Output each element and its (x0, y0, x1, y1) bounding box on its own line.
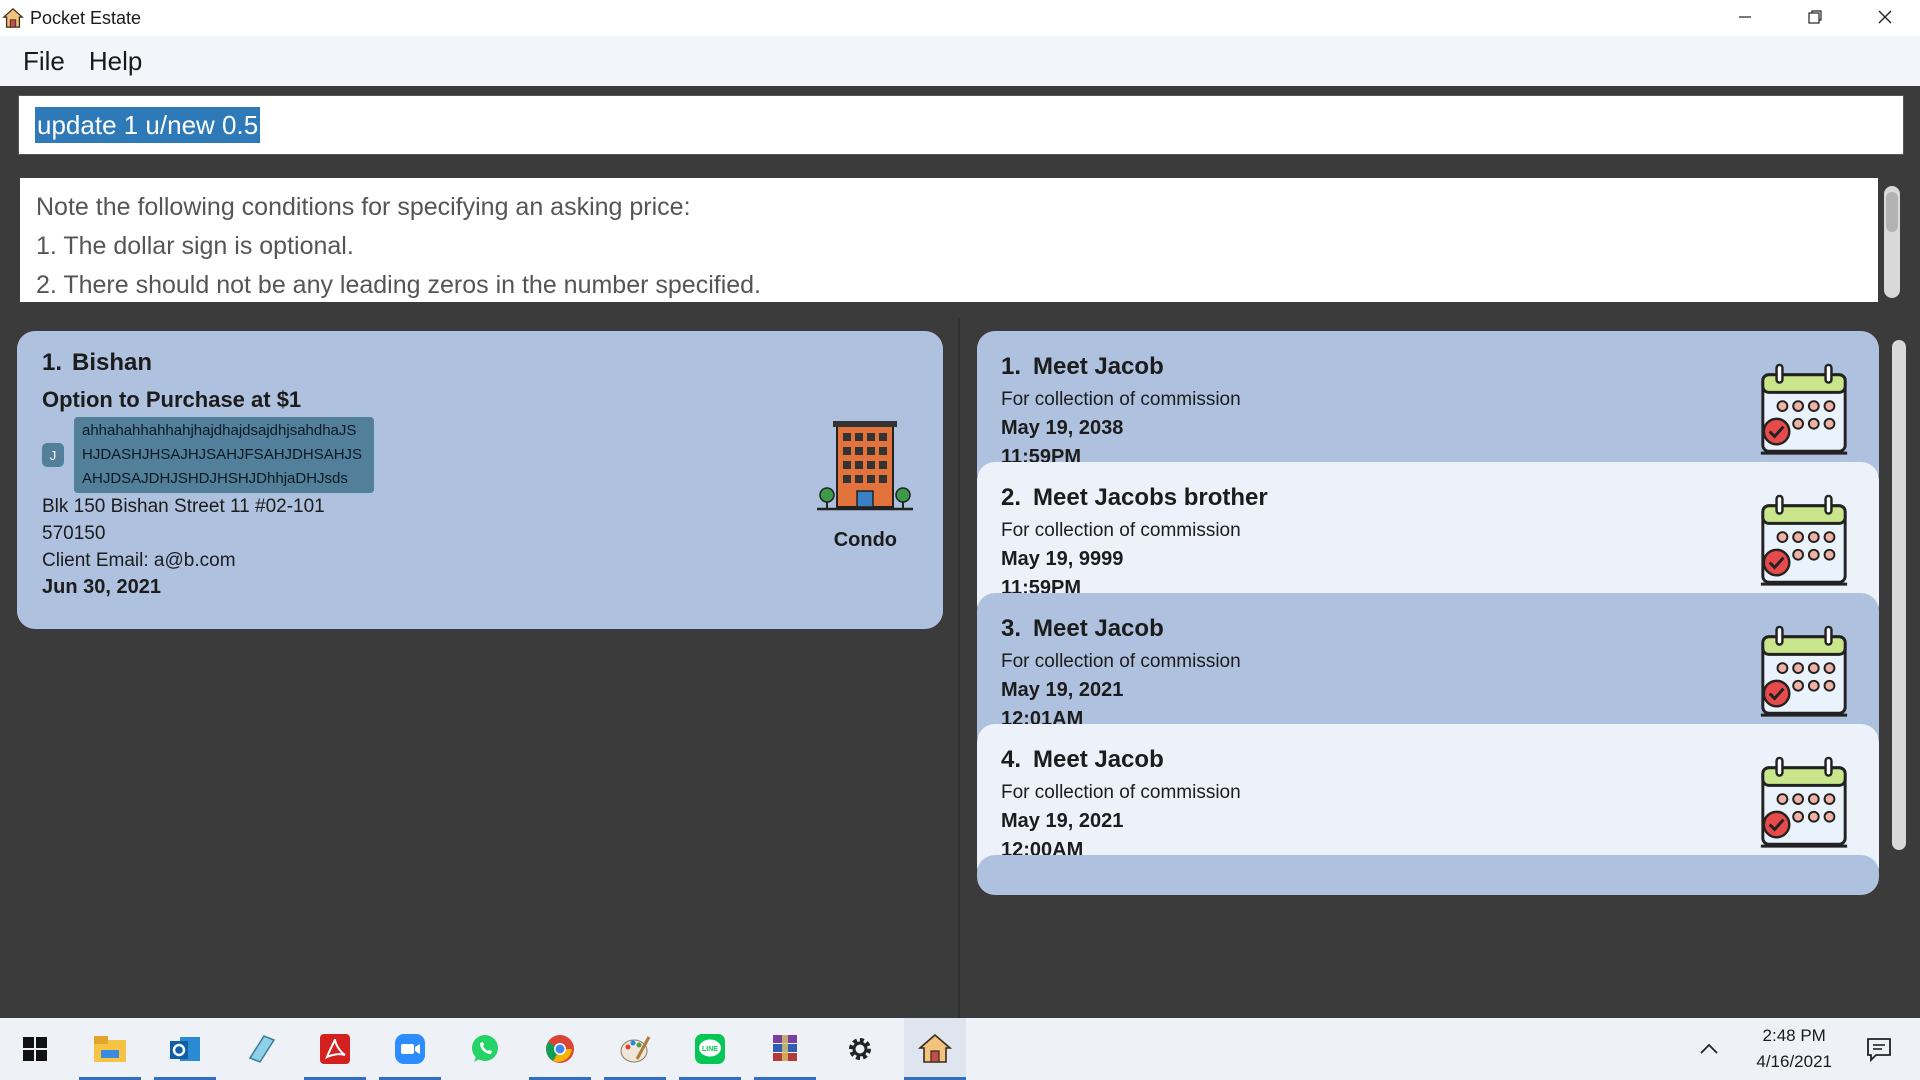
whatsapp-icon (472, 1035, 498, 1062)
property-address: Blk 150 Bishan Street 11 #02-101 (42, 496, 325, 517)
dark-separator (0, 86, 1920, 94)
system-tray: 2:48 PM 4/16/2021 (1698, 1018, 1920, 1080)
appointment-index: 1. (1001, 353, 1022, 380)
restore-button[interactable] (1780, 0, 1850, 34)
calendar-icon (1760, 625, 1848, 717)
appointment-remarks: For collection of commission (1001, 389, 1241, 410)
taskbar-outlook[interactable] (154, 1018, 216, 1080)
property-tag: ahhahahhahhahjhajdhajdsajdhjsahdhaJSHJDA… (74, 417, 374, 493)
line-icon: LINE (695, 1034, 725, 1064)
winrar-icon (773, 1035, 797, 1061)
appointment-scrollbar[interactable] (1892, 340, 1906, 850)
title-bar: Pocket Estate (0, 0, 1920, 36)
appointment-date: May 19, 2038 (1001, 417, 1124, 439)
notification-icon[interactable] (1866, 1036, 1892, 1062)
appointment-title: 2. Meet Jacobs brother (1001, 484, 1855, 512)
taskbar-chrome[interactable] (529, 1018, 591, 1080)
result-line: 2. There should not be any leading zeros… (36, 271, 761, 299)
property-list-panel: 1. Bishan Option to Purchase at $1 J ahha… (0, 318, 958, 1018)
taskbar: LINE 2:48 PM 4/16/2021 (0, 1018, 1920, 1080)
taskbar-acrobat[interactable] (304, 1018, 366, 1080)
property-card[interactable]: 1. Bishan Option to Purchase at $1 J ahha… (17, 331, 943, 629)
taskbar-whatsapp[interactable] (454, 1018, 516, 1080)
calendar-icon (1760, 363, 1848, 455)
menu-help[interactable]: Help (77, 46, 154, 77)
appointment-name: Meet Jacob (1033, 746, 1164, 773)
clock-time: 2:48 PM (1762, 1026, 1826, 1045)
appointment-date: May 19, 2021 (1001, 679, 1124, 701)
appointment-name: Meet Jacob (1033, 615, 1164, 642)
calendar-icon (1760, 494, 1848, 586)
appointment-index: 2. (1001, 484, 1022, 511)
property-title: 1. Bishan (42, 349, 918, 377)
menu-bar: File Help (0, 36, 1920, 86)
property-status: Option to Purchase at $1 (42, 387, 302, 412)
appointment-remarks: For collection of commission (1001, 782, 1241, 803)
taskbar-zoom[interactable] (379, 1018, 441, 1080)
command-input[interactable]: update 1 u/new 0.5 (18, 95, 1904, 155)
calendar-icon (1760, 756, 1848, 848)
appointment-name: Meet Jacob (1033, 353, 1164, 380)
appointment-name: Meet Jacobs brother (1033, 484, 1268, 511)
zoom-icon (395, 1034, 425, 1064)
property-postal: 570150 (42, 523, 106, 544)
appointment-title: 1. Meet Jacob (1001, 353, 1855, 381)
clock-date: 4/16/2021 (1756, 1052, 1832, 1071)
clock[interactable]: 2:48 PM 4/16/2021 (1756, 1023, 1832, 1075)
file-explorer-icon (94, 1036, 126, 1062)
appointment-title: 4. Meet Jacob (1001, 746, 1855, 774)
result-display: Note the following conditions for specif… (20, 178, 1878, 302)
chrome-icon (546, 1035, 574, 1063)
property-tags: J ahhahahhahhahjhajdhajdsajdhjsahdhaJSHJ… (42, 417, 918, 493)
appointment-remarks: For collection of commission (1001, 520, 1241, 541)
result-display-panel: Note the following conditions for specif… (0, 170, 1920, 310)
settings-icon (849, 1038, 871, 1060)
taskbar-pocket-estate[interactable] (904, 1018, 966, 1080)
minimize-button[interactable] (1710, 0, 1780, 34)
appointment-index: 4. (1001, 746, 1022, 773)
appointment-list: 1. Meet Jacob For collection of commissio… (977, 331, 1879, 1001)
taskbar-notepad[interactable] (229, 1018, 291, 1080)
close-button[interactable] (1850, 0, 1920, 34)
appointment-list-panel: 1. Meet Jacob For collection of commissio… (960, 318, 1920, 1018)
start-button[interactable] (4, 1018, 66, 1080)
property-tag: J (42, 443, 64, 467)
appointment-card-partial[interactable] (977, 855, 1879, 895)
restore-icon (1808, 10, 1822, 24)
taskbar-file-explorer[interactable] (79, 1018, 141, 1080)
acrobat-icon (320, 1034, 350, 1064)
result-line: 1. The dollar sign is optional. (36, 232, 354, 260)
close-icon (1878, 10, 1892, 24)
outlook-icon (170, 1037, 200, 1061)
property-name: Bishan (72, 349, 153, 376)
appointment-remarks: For collection of commission (1001, 651, 1241, 672)
property-index: 1. (42, 349, 63, 376)
taskbar-paint[interactable] (604, 1018, 666, 1080)
taskbar-line[interactable]: LINE (679, 1018, 741, 1080)
paint-icon (620, 1036, 651, 1063)
taskbar-settings[interactable] (829, 1018, 891, 1080)
appointment-title: 3. Meet Jacob (1001, 615, 1855, 643)
window-controls (1710, 0, 1920, 36)
taskbar-winrar[interactable] (754, 1018, 816, 1080)
window-title: Pocket Estate (30, 7, 142, 28)
condo-building-icon (817, 421, 913, 511)
pocket-estate-icon (918, 1033, 952, 1063)
notepad-icon (248, 1035, 276, 1063)
appointment-index: 3. (1001, 615, 1022, 642)
menu-file[interactable]: File (11, 46, 77, 77)
windows-start-icon (23, 1037, 47, 1061)
chevron-up-icon[interactable] (1698, 1038, 1720, 1060)
appointment-date: May 19, 2021 (1001, 810, 1124, 832)
appointment-date: May 19, 9999 (1001, 548, 1124, 570)
property-client-email: Client Email: a@b.com (42, 550, 236, 571)
result-scrollbar[interactable] (1884, 186, 1900, 298)
command-input-text: update 1 u/new 0.5 (35, 107, 261, 143)
result-line: Note the following conditions for specif… (36, 193, 691, 221)
pocket-estate-app-icon (2, 7, 24, 28)
property-deadline: Jun 30, 2021 (42, 576, 161, 598)
svg-text:LINE: LINE (702, 1046, 718, 1053)
minimize-icon (1739, 16, 1751, 18)
property-type: Condo (833, 529, 897, 551)
